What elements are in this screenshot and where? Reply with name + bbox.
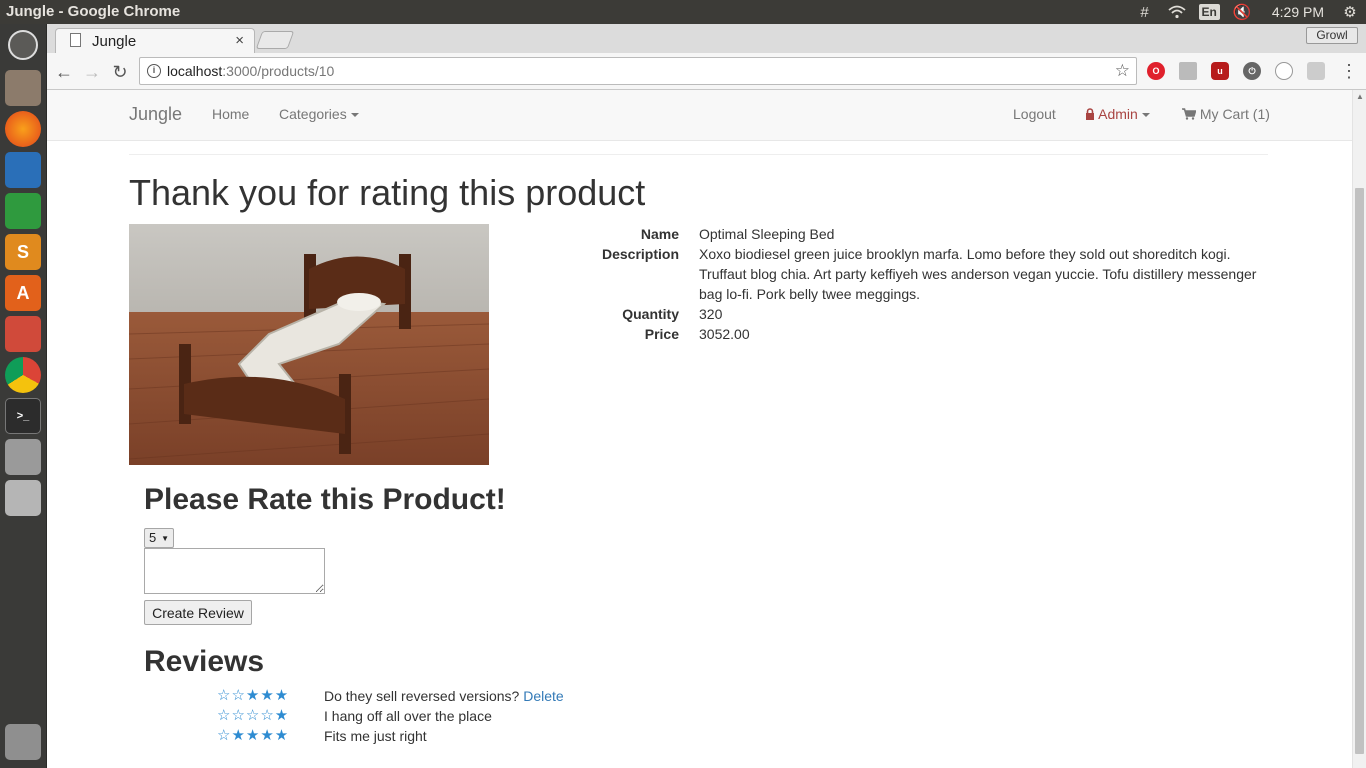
reviews-heading: Reviews xyxy=(144,645,265,678)
system-tray: # En 🔇 4:29 PM ⚙ xyxy=(1129,0,1366,24)
window-title: Jungle - Google Chrome xyxy=(6,3,181,20)
bookmark-star-icon[interactable]: ☆ xyxy=(1115,61,1130,81)
opera-extension-icon[interactable]: O xyxy=(1147,62,1165,80)
screenshot-icon[interactable] xyxy=(5,439,41,475)
drive-icon[interactable] xyxy=(5,480,41,516)
files-icon[interactable] xyxy=(5,70,41,106)
scrollbar-thumb[interactable] xyxy=(1355,188,1364,754)
review-comment-textarea[interactable] xyxy=(144,548,325,594)
scroll-up-arrow-icon[interactable]: ▲ xyxy=(1356,92,1364,101)
name-label: Name xyxy=(640,226,679,242)
keyboard-language-indicator[interactable]: En xyxy=(1198,4,1220,20)
caret-down-icon xyxy=(1141,113,1150,118)
browser-menu-icon[interactable]: ⋮ xyxy=(1340,61,1358,82)
slack-icon[interactable]: # xyxy=(1133,0,1157,24)
clock[interactable]: 4:29 PM xyxy=(1272,4,1324,20)
divider xyxy=(129,154,1268,155)
browser-tab-strip: Jungle × Growl xyxy=(47,24,1366,53)
terminal-icon[interactable]: >_ xyxy=(5,398,41,434)
ubuntu-dash-icon[interactable] xyxy=(8,30,38,60)
nav-categories-dropdown[interactable]: Categories xyxy=(279,106,359,122)
product-quantity: 320 xyxy=(699,306,723,322)
writer-icon[interactable] xyxy=(5,152,41,188)
star-rating-icon: ☆★★★★ xyxy=(217,727,290,744)
tab-close-icon[interactable]: × xyxy=(235,32,244,49)
nav-logout-link[interactable]: Logout xyxy=(1013,106,1056,122)
nav-cart-link[interactable]: My Cart (1) xyxy=(1182,106,1270,122)
product-price: 3052.00 xyxy=(699,326,750,342)
browser-toolbar: ← → ↻ i localhost:3000/products/10 ☆ O u… xyxy=(47,53,1366,90)
shopping-cart-icon xyxy=(1182,108,1197,120)
review-text: I hang off all over the place xyxy=(324,708,492,724)
volume-muted-icon[interactable]: 🔇 xyxy=(1230,0,1254,24)
site-info-icon[interactable]: i xyxy=(147,64,161,78)
chrome-icon[interactable] xyxy=(5,357,41,393)
page-scrollbar[interactable]: ▲ xyxy=(1352,90,1366,768)
review-text: Do they sell reversed versions? xyxy=(324,688,520,704)
reload-icon[interactable]: ↻ xyxy=(109,61,131,83)
ublock-extension-icon[interactable]: u xyxy=(1211,62,1229,80)
back-arrow-icon[interactable]: ← xyxy=(53,61,75,83)
settings-gear-icon[interactable]: ⚙ xyxy=(1338,0,1362,24)
gear-extension-icon[interactable] xyxy=(1307,62,1325,80)
tab-title: Jungle xyxy=(92,33,137,50)
product-image xyxy=(129,224,489,465)
rate-product-heading: Please Rate this Product! xyxy=(144,483,506,516)
system-top-panel: Jungle - Google Chrome # En 🔇 4:29 PM ⚙ xyxy=(0,0,1366,24)
tab-jungle[interactable]: Jungle × xyxy=(55,28,255,53)
wifi-icon[interactable] xyxy=(1165,0,1189,24)
unity-launcher: S A >_ xyxy=(0,24,47,768)
url-text[interactable]: localhost:3000/products/10 xyxy=(167,63,334,79)
star-rating-icon: ☆☆☆☆★ xyxy=(217,707,290,724)
nav-home-link[interactable]: Home xyxy=(212,106,249,122)
page-title: Thank you for rating this product xyxy=(129,172,646,213)
delete-review-link[interactable]: Delete xyxy=(523,688,563,704)
nav-admin-dropdown[interactable]: Admin xyxy=(1085,106,1150,122)
power-extension-icon[interactable]: ⏻ xyxy=(1243,62,1261,80)
product-name: Optimal Sleeping Bed xyxy=(699,226,835,242)
calc-icon[interactable] xyxy=(5,193,41,229)
review-text: Fits me just right xyxy=(324,728,427,744)
star-rating-icon: ☆☆★★★ xyxy=(217,687,290,704)
forward-arrow-icon[interactable]: → xyxy=(81,61,103,83)
price-label: Price xyxy=(644,326,679,342)
dropdown-arrow-icon: ▼ xyxy=(161,534,169,543)
create-review-button[interactable]: Create Review xyxy=(144,600,252,625)
rating-select[interactable]: 5 ▼ xyxy=(144,528,174,548)
circle-extension-icon[interactable] xyxy=(1275,62,1293,80)
lock-icon xyxy=(1086,108,1094,120)
trash-icon[interactable] xyxy=(5,724,41,760)
page-viewport: Jungle Home Categories Logout Admin My C… xyxy=(47,90,1352,768)
new-tab-button[interactable] xyxy=(255,31,295,49)
caret-down-icon xyxy=(350,113,359,118)
quantity-label: Quantity xyxy=(622,306,679,322)
software-center-icon[interactable]: A xyxy=(5,275,41,311)
product-description: Xoxo biodiesel green juice brooklyn marf… xyxy=(699,246,1257,302)
page-favicon-icon xyxy=(70,33,81,47)
brand-link[interactable]: Jungle xyxy=(129,104,182,125)
description-label: Description xyxy=(601,246,679,262)
pdf-extension-icon[interactable] xyxy=(1179,62,1197,80)
system-settings-icon[interactable] xyxy=(5,316,41,352)
growl-button[interactable]: Growl xyxy=(1306,27,1358,44)
address-bar[interactable]: i localhost:3000/products/10 ☆ xyxy=(139,57,1137,85)
sublime-text-icon[interactable]: S xyxy=(5,234,41,270)
site-navbar: Jungle Home Categories Logout Admin My C… xyxy=(47,90,1352,141)
firefox-icon[interactable] xyxy=(5,111,41,147)
